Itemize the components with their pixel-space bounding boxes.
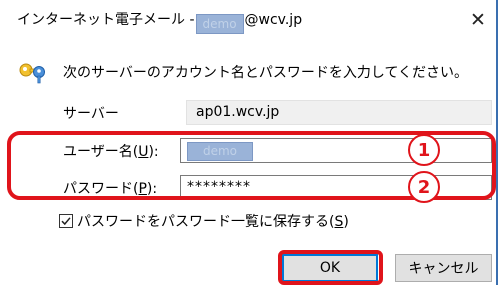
title-prefix: インターネット電子メール -: [17, 12, 195, 28]
server-value: ap01.wcv.jp: [196, 104, 280, 120]
username-label-prefix: ユーザー名(: [63, 144, 139, 160]
save-password-option[interactable]: パスワードをパスワード一覧に保存する(S): [59, 211, 349, 231]
prompt-text: 次のサーバーのアカウント名とパスワードを入力してください。: [63, 65, 469, 81]
password-label-suffix: ):: [146, 181, 158, 197]
cancel-button[interactable]: キャンセル: [395, 254, 492, 282]
username-input[interactable]: demo: [180, 138, 492, 163]
save-password-label[interactable]: パスワードをパスワード一覧に保存する(S): [77, 211, 349, 231]
username-label: ユーザー名(U):: [63, 141, 159, 161]
password-label-prefix: パスワード(: [63, 181, 139, 197]
keys-icon: [19, 63, 45, 84]
username-access-key: U: [138, 144, 149, 160]
step-badge-2: 2: [408, 171, 440, 203]
prompt-row: 次のサーバーのアカウント名とパスワードを入力してください。: [17, 60, 468, 84]
save-password-checkbox[interactable]: [59, 214, 73, 228]
checkmark-icon: [61, 217, 71, 226]
ok-button[interactable]: OK: [282, 254, 378, 282]
password-label: パスワード(P):: [63, 178, 157, 198]
redacted-account-name: demo: [195, 14, 244, 34]
close-button[interactable]: ✕: [466, 8, 490, 32]
credentials-dialog: インターネット電子メール - demo @wcv.jp ✕ 次のサーバーのアカウント…: [0, 0, 498, 285]
server-value-field: ap01.wcv.jp: [186, 100, 492, 125]
close-icon[interactable]: ✕: [470, 9, 486, 31]
server-label: サーバー: [63, 106, 119, 122]
title-suffix: @wcv.jp: [244, 12, 303, 28]
password-access-key: P: [138, 181, 147, 197]
title-bar: インターネット電子メール - demo @wcv.jp ✕: [0, 0, 498, 42]
redacted-username[interactable]: demo: [187, 142, 253, 161]
save-password-label-prefix[interactable]: パスワードをパスワード一覧に保存する(: [77, 214, 334, 230]
username-label-suffix: ):: [148, 144, 159, 160]
step-badge-1: 1: [408, 134, 440, 166]
window-title: インターネット電子メール - demo @wcv.jp: [17, 9, 302, 34]
password-value[interactable]: ********: [187, 179, 251, 195]
password-input[interactable]: ********: [180, 175, 492, 200]
save-password-label-suffix[interactable]: ): [343, 214, 348, 230]
